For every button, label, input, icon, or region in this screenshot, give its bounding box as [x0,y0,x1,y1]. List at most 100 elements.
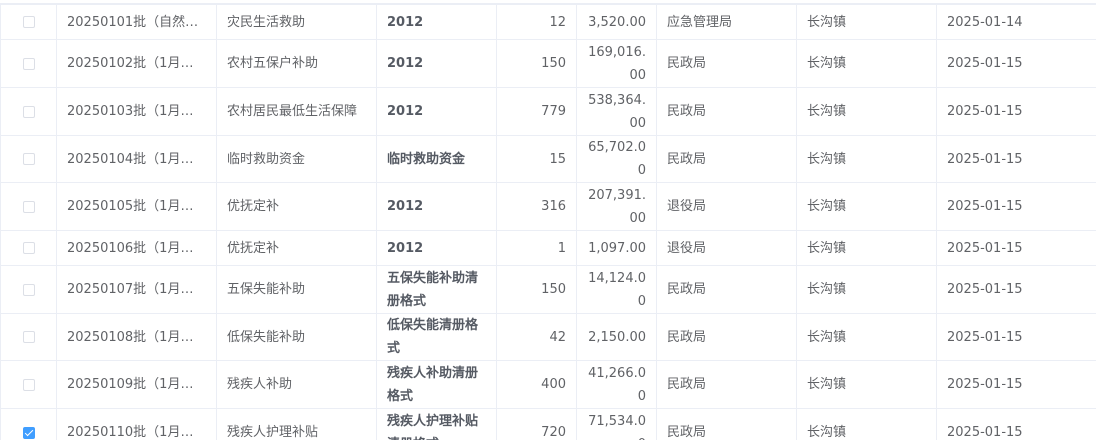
date-cell: 2025-01-15 [936,135,1096,183]
date-cell: 2025-01-15 [936,265,1096,314]
department-cell: 民政局 [656,265,797,314]
item-cell: 优抚定补 [216,230,377,266]
department-cell: 退役局 [656,182,797,231]
town-cell: 长沟镇 [796,135,937,183]
count-cell: 316 [496,182,577,231]
template-cell: 2012 [376,39,497,88]
town-cell: 长沟镇 [796,230,937,266]
town-cell: 长沟镇 [796,87,937,136]
batch-cell: 20250103批（1月份农... [56,87,217,136]
row-checkbox[interactable] [22,16,35,28]
town-cell: 长沟镇 [796,265,937,314]
date-cell: 2025-01-15 [936,182,1096,231]
template-cell: 2012 [376,182,497,231]
item-cell: 灾民生活救助 [216,4,377,40]
row-select-cell [0,408,57,440]
row-checkbox[interactable] [22,283,35,296]
count-cell: 400 [496,360,577,409]
batch-cell: 20250102批（1月份特... [56,39,217,88]
date-cell: 2025-01-14 [936,4,1096,40]
count-cell: 150 [496,265,577,314]
item-cell: 残疾人护理补贴 [216,408,377,440]
row-select-cell [0,4,57,40]
row-select-cell [0,360,57,409]
table-row[interactable]: 20250104批（1月份临... 临时救助资金 临时救助资金 15 65,702.00… [0,135,1096,183]
table-row[interactable]: 20250110批（1月份重...残疾人护理补贴残疾人护理补贴清册格式72071… [0,408,1096,440]
count-cell: 12 [496,4,577,40]
item-cell: 优抚定补 [216,182,377,231]
table-row[interactable]: 20250109批（1月份困... 残疾人补助 残疾人补助清册格式 400 41,266… [0,360,1096,409]
batch-cell: 20250108批（1月份低... [56,313,217,361]
date-cell: 2025-01-15 [936,408,1096,440]
table-row[interactable]: 20250105批（1月份优... 优抚定补 2012 316 207,391.00 退役… [0,182,1096,231]
template-cell: 残疾人护理补贴清册格式 [376,408,497,440]
row-select-cell [0,230,57,266]
table-row[interactable]: 20250108批（1月份低... 低保失能补助 低保失能清册格式 42 2,150.0… [0,313,1096,361]
table-row[interactable]: 20250106批（1月份优... 优抚定补 2012 1 1,097.00 退役局 长沟镇… [0,230,1096,266]
count-cell: 150 [496,39,577,88]
town-cell: 长沟镇 [796,360,937,409]
department-cell: 民政局 [656,87,797,136]
amount-cell: 65,702.00 [576,135,657,183]
template-cell: 临时救助资金 [376,135,497,183]
town-cell: 长沟镇 [796,39,937,88]
department-cell: 民政局 [656,408,797,440]
batch-cell: 20250104批（1月份临... [56,135,217,183]
row-checkbox[interactable] [22,57,35,70]
amount-cell: 169,016.00 [576,39,657,88]
row-checkbox[interactable] [22,378,35,391]
count-cell: 42 [496,313,577,361]
date-cell: 2025-01-15 [936,313,1096,361]
amount-cell: 538,364.00 [576,87,657,136]
item-cell: 农村五保户补助 [216,39,377,88]
data-table: 20250101批（自然灾害... 灾民生活救助 2012 12 3,520.00 应急管… [0,0,1096,440]
town-cell: 长沟镇 [796,313,937,361]
amount-cell: 3,520.00 [576,4,657,40]
template-cell: 2012 [376,4,497,40]
amount-cell: 71,534.00 [576,408,657,440]
row-checkbox[interactable] [22,242,35,254]
amount-cell: 2,150.00 [576,313,657,361]
batch-cell: 20250101批（自然灾害... [56,4,217,40]
row-checkbox[interactable] [22,331,35,343]
count-cell: 1 [496,230,577,266]
row-select-cell [0,39,57,88]
item-cell: 五保失能补助 [216,265,377,314]
town-cell: 长沟镇 [796,408,937,440]
count-cell: 15 [496,135,577,183]
item-cell: 低保失能补助 [216,313,377,361]
batch-cell: 20250109批（1月份困... [56,360,217,409]
item-cell: 农村居民最低生活保障 [216,87,377,136]
row-select-cell [0,135,57,183]
batch-cell: 20250107批（1月份分... [56,265,217,314]
department-cell: 民政局 [656,39,797,88]
row-checkbox[interactable] [22,153,35,165]
row-checkbox-checked[interactable] [22,426,35,439]
disbursement-table: 20250101批（自然灾害... 灾民生活救助 2012 12 3,520.00 应急管… [0,4,1096,440]
row-select-cell [0,182,57,231]
amount-cell: 1,097.00 [576,230,657,266]
date-cell: 2025-01-15 [936,230,1096,266]
department-cell: 民政局 [656,360,797,409]
count-cell: 779 [496,87,577,136]
amount-cell: 41,266.00 [576,360,657,409]
batch-cell: 20250110批（1月份重... [56,408,217,440]
row-checkbox[interactable] [22,200,35,213]
count-cell: 720 [496,408,577,440]
table-row[interactable]: 20250107批（1月份分... 五保失能补助 五保失能补助清册格式 150 14,1… [0,265,1096,314]
template-cell: 残疾人补助清册格式 [376,360,497,409]
department-cell: 应急管理局 [656,4,797,40]
date-cell: 2025-01-15 [936,360,1096,409]
amount-cell: 207,391.00 [576,182,657,231]
batch-cell: 20250106批（1月份优... [56,230,217,266]
table-row[interactable]: 20250101批（自然灾害... 灾民生活救助 2012 12 3,520.00 应急管… [0,4,1096,40]
table-row[interactable]: 20250102批（1月份特... 农村五保户补助 2012 150 169,016.0… [0,39,1096,88]
template-cell: 2012 [376,230,497,266]
town-cell: 长沟镇 [796,4,937,40]
row-checkbox[interactable] [22,105,35,118]
department-cell: 退役局 [656,230,797,266]
amount-cell: 14,124.00 [576,265,657,314]
department-cell: 民政局 [656,313,797,361]
batch-cell: 20250105批（1月份优... [56,182,217,231]
table-row[interactable]: 20250103批（1月份农... 农村居民最低生活保障 2012 779 538,36… [0,87,1096,136]
